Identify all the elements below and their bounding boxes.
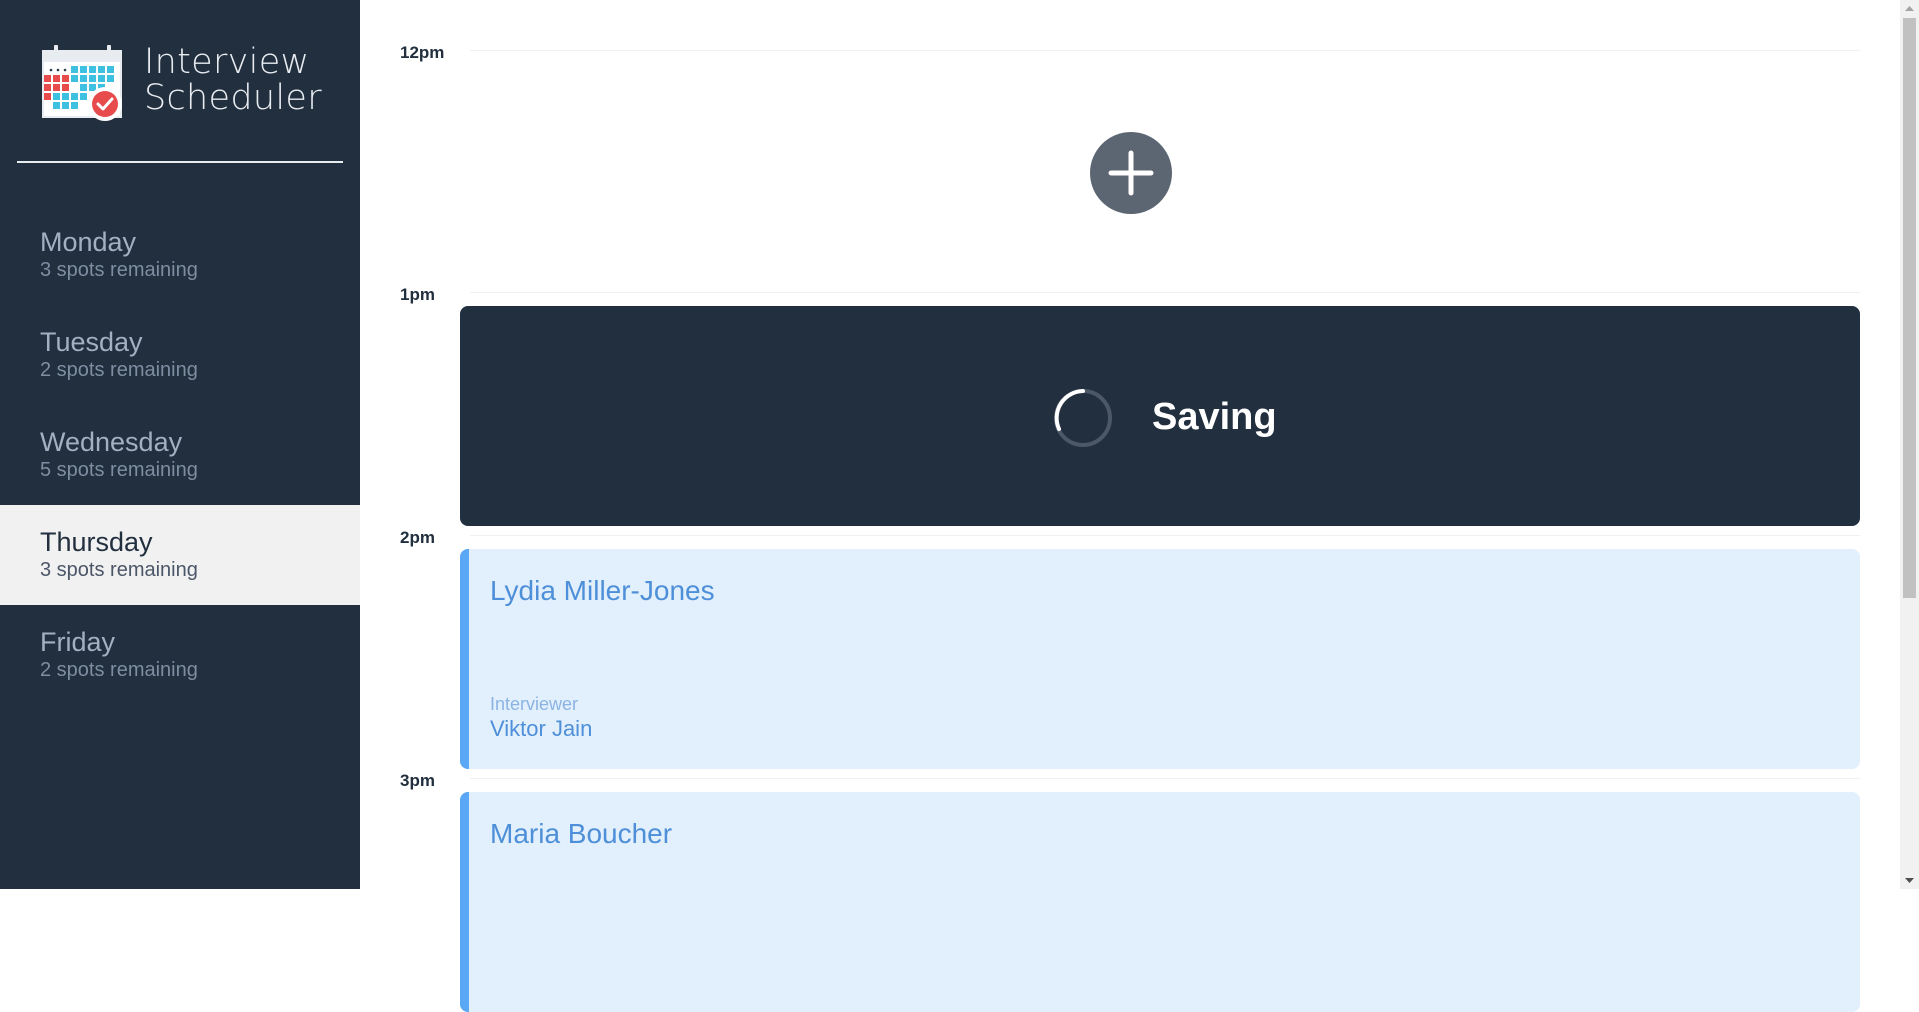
student-name: Lydia Miller-Jones	[490, 575, 715, 606]
app-title-line-2: Scheduler	[144, 78, 322, 118]
day-spots: 5 spots remaining	[40, 459, 198, 481]
slot-divider	[470, 535, 1860, 536]
day-spots: 3 spots remaining	[40, 259, 198, 281]
day-spots: 2 spots remaining	[40, 659, 198, 681]
student-name: Maria Boucher	[490, 818, 673, 849]
day-name: Friday	[40, 627, 116, 657]
scroll-down-arrow-icon[interactable]	[1900, 872, 1919, 889]
day-item-friday[interactable]: Friday 2 spots remaining	[0, 605, 360, 705]
app-title-line-1: Interview	[144, 42, 310, 82]
schedule: 12pm 1pm Saving 2pm Lydia Miller-Jones I…	[360, 0, 1900, 1012]
slot-divider	[470, 50, 1860, 51]
interviewer-label: Interviewer	[490, 694, 579, 714]
plus-icon	[1108, 150, 1154, 196]
slot-divider	[470, 292, 1860, 293]
day-name: Wednesday	[40, 427, 183, 457]
day-list: Monday 3 spots remaining Tuesday 2 spots…	[0, 205, 360, 705]
day-item-thursday[interactable]: Thursday 3 spots remaining	[0, 505, 360, 605]
slot-time: 2pm	[400, 528, 435, 547]
spinner-icon	[1054, 389, 1112, 447]
app-title: Interview Scheduler	[144, 44, 322, 116]
day-name: Tuesday	[40, 327, 143, 357]
sidebar-divider	[17, 161, 343, 163]
slot-time: 12pm	[400, 43, 445, 62]
appointment-card[interactable]: Maria Boucher	[460, 792, 1860, 1012]
day-spots: 3 spots remaining	[40, 559, 198, 581]
calendar-check-icon	[42, 45, 122, 121]
day-name: Thursday	[40, 527, 153, 557]
scrollbar[interactable]	[1900, 0, 1919, 889]
day-name: Monday	[40, 227, 137, 257]
slot-time: 3pm	[400, 771, 435, 790]
slot-time: 1pm	[400, 285, 435, 304]
add-appointment-button[interactable]	[1090, 132, 1172, 214]
scrollbar-thumb[interactable]	[1903, 18, 1916, 598]
slot-divider	[470, 778, 1860, 779]
day-spots: 2 spots remaining	[40, 359, 198, 381]
status-message: Saving	[1152, 396, 1277, 438]
day-item-wednesday[interactable]: Wednesday 5 spots remaining	[0, 405, 360, 505]
scroll-up-arrow-icon[interactable]	[1900, 0, 1919, 17]
appointment-slot-12pm: 12pm	[360, 0, 1900, 243]
day-item-monday[interactable]: Monday 3 spots remaining	[0, 205, 360, 305]
day-item-tuesday[interactable]: Tuesday 2 spots remaining	[0, 305, 360, 405]
sidebar: Interview Scheduler Monday 3 spots remai…	[0, 0, 360, 889]
